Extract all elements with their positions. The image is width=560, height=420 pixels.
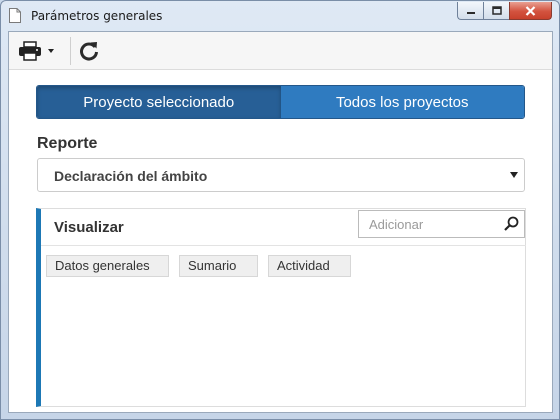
close-button[interactable] <box>509 2 552 20</box>
minimize-icon <box>466 11 475 14</box>
chip-actividad[interactable]: Actividad <box>268 255 351 277</box>
panel-header: Visualizar <box>41 209 526 246</box>
printer-icon <box>19 41 41 61</box>
title-bar[interactable]: Parámetros generales <box>1 1 559 31</box>
window-title: Parámetros generales <box>31 9 163 23</box>
toolbar-separator <box>70 37 71 65</box>
close-icon <box>525 5 536 16</box>
refresh-icon <box>80 42 98 61</box>
refresh-button[interactable] <box>77 38 101 64</box>
panel-title: Visualizar <box>54 219 124 236</box>
add-search-input[interactable] <box>359 211 499 237</box>
report-select[interactable]: Declaración del ámbito <box>37 158 525 192</box>
maximize-button[interactable] <box>483 2 509 20</box>
tab-all-projects[interactable]: Todos los proyectos <box>280 86 524 118</box>
chip-sumario[interactable]: Sumario <box>179 255 258 277</box>
tab-selected-project[interactable]: Proyecto seleccionado <box>37 86 281 118</box>
project-scope-toggle: Proyecto seleccionado Todos los proyecto… <box>36 85 525 119</box>
add-search-box <box>358 210 525 238</box>
toolbar <box>9 32 552 70</box>
app-window: Parámetros generales Proyecto selecciona… <box>0 0 560 420</box>
minimize-button[interactable] <box>457 2 483 20</box>
report-selected-value: Declaración del ámbito <box>54 168 208 184</box>
search-icon[interactable] <box>504 216 519 231</box>
visualizar-panel: Visualizar Datos generales Sumario Activ… <box>36 208 526 407</box>
caret-down-icon <box>48 49 54 53</box>
print-menu-button[interactable] <box>15 38 55 64</box>
dialog-client-area: Proyecto seleccionado Todos los proyecto… <box>8 31 553 413</box>
document-icon <box>9 8 21 23</box>
maximize-icon <box>491 6 502 15</box>
chip-datos-generales[interactable]: Datos generales <box>46 255 169 277</box>
report-label: Reporte <box>37 135 98 152</box>
dropdown-arrow-icon <box>510 172 518 178</box>
window-controls <box>457 2 552 20</box>
